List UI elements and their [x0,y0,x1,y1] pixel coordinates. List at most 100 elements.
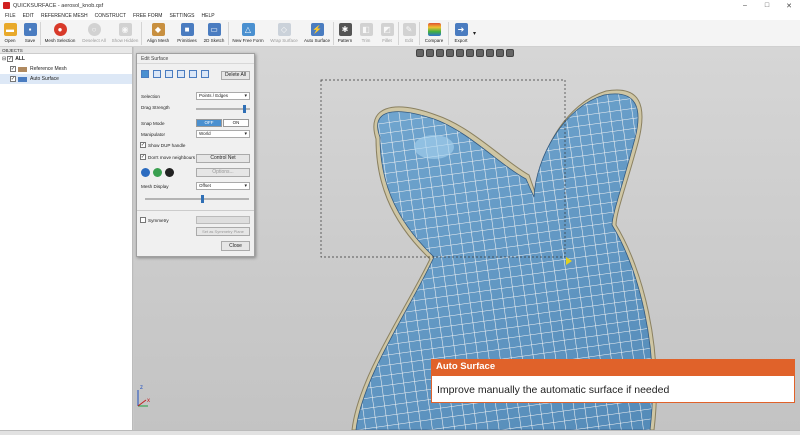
view-back-icon[interactable] [426,49,434,57]
all-checkbox[interactable]: ✓ [7,56,14,62]
menu-settings[interactable]: SETTINGS [169,13,194,19]
2d-sketch-button[interactable]: ▭ 2D Sketch [200,20,228,47]
view-fit-icon[interactable] [506,49,514,57]
menu-help[interactable]: HELP [202,13,215,19]
wrap-surface-button[interactable]: ◇ Wrap Surface [267,20,301,47]
mesh-display-slider-thumb[interactable] [200,195,204,203]
auto-surface-icon: ⚡ [310,23,324,36]
minimize-icon[interactable]: – [734,2,756,10]
snap-off-toggle[interactable]: OFF [196,119,222,127]
select-points-icon[interactable] [141,70,149,78]
view-right-icon[interactable] [446,49,454,57]
window-title: QUICKSURFACE - aerosol_knob.qsf [13,2,104,9]
auto-surface-button[interactable]: ⚡ Auto Surface [301,20,333,47]
close-panel-button[interactable]: Close [221,241,250,251]
snap-on-toggle[interactable]: ON [223,119,249,127]
menu-edit[interactable]: EDIT [23,13,34,19]
trim-button[interactable]: ◧ Trim [356,20,376,47]
view-toolbar [416,49,516,57]
close-window-icon[interactable]: ✕ [778,2,800,10]
export-dropdown-icon[interactable]: ▾ [473,30,476,46]
fillet-icon: ◩ [380,23,394,36]
objects-panel: OBJECTS ⊟ ✓ ALL ✓ Reference Mesh ✓ Auto … [0,47,133,430]
render-mode-dark-icon[interactable] [165,168,174,177]
folder-icon: ▬ [3,23,17,36]
selection-dropdown[interactable]: Points / Edges [196,92,250,100]
select-columns-icon[interactable] [189,70,197,78]
primitives-icon: ■ [180,23,194,36]
align-mesh-icon: ◆ [151,23,165,36]
collapse-icon[interactable]: ⊟ [2,56,6,62]
tree-item-label: Auto Surface [30,76,59,82]
view-bottom-icon[interactable] [466,49,474,57]
symmetry-label: Symmetry [148,217,169,223]
show-dup-handle-row[interactable]: ✓ Show DUP handle [140,142,185,148]
view-wireframe-icon[interactable] [496,49,504,57]
pattern-icon: ✱ [338,23,352,36]
drag-strength-slider[interactable] [196,108,250,110]
main-toolbar: ▬ Open ▪ Save ● Mesh Selection ○ Deselect Al… [0,20,800,47]
fillet-button[interactable]: ◩ Fillet [376,20,398,47]
tree-item-reference-mesh[interactable]: ✓ Reference Mesh [0,64,132,74]
view-iso-icon[interactable] [476,49,484,57]
symmetry-checkbox[interactable] [140,217,146,223]
primitives-button[interactable]: ■ Primitives [174,20,200,47]
render-mode-green-icon[interactable] [153,168,162,177]
banner-title: Auto Surface [431,359,795,375]
compare-button[interactable]: Compare [420,20,448,47]
menu-file[interactable]: FILE [5,13,16,19]
deselect-all-button[interactable]: ○ Deselect All [79,20,109,47]
select-rows-icon[interactable] [177,70,185,78]
mesh-display-slider[interactable] [145,198,249,200]
symmetry-plane-field[interactable] [196,216,250,224]
select-faces-icon[interactable] [165,70,173,78]
view-front-icon[interactable] [416,49,424,57]
view-left-icon[interactable] [436,49,444,57]
tree-root-all[interactable]: ⊟ ✓ ALL [0,54,132,64]
drag-strength-slider-thumb[interactable] [242,105,246,113]
free-form-icon: △ [241,23,255,36]
tree-root-label: ALL [15,56,25,62]
symmetry-row[interactable]: Symmetry [140,217,169,223]
open-button[interactable]: ▬ Open [0,20,20,47]
reference-mesh-checkbox[interactable]: ✓ [10,66,16,72]
control-net-button[interactable]: Control Net [196,154,250,163]
edit-button[interactable]: ✎ Edit [399,20,419,47]
view-shading-icon[interactable] [486,49,494,57]
compare-icon [427,23,441,36]
maximize-icon[interactable]: □ [756,2,778,10]
show-dup-handle-checkbox[interactable]: ✓ [140,142,146,148]
trim-icon: ◧ [359,23,373,36]
set-symmetry-plane-button[interactable]: Set as Symmetry Plane [196,227,250,236]
menu-construct[interactable]: CONSTRUCT [95,13,126,19]
manipulator-label: Manipulator [141,132,166,137]
edit-icon: ✎ [402,23,416,36]
mesh-display-dropdown[interactable]: Offset [196,182,250,190]
export-icon: ➜ [454,23,468,36]
save-button[interactable]: ▪ Save [20,20,40,47]
menu-bar: FILE EDIT REFERENCE MESH CONSTRUCT FREE … [0,11,800,20]
auto-surface-checkbox[interactable]: ✓ [10,76,16,82]
menu-free-form[interactable]: FREE FORM [133,13,162,19]
show-hidden-button[interactable]: ◉ Show Hidden [109,20,141,47]
menu-reference-mesh[interactable]: REFERENCE MESH [41,13,88,19]
objects-header: OBJECTS [0,47,132,54]
manipulator-dropdown[interactable]: World [196,130,250,138]
delete-all-button[interactable]: Delete All [221,71,250,80]
select-edges-icon[interactable] [153,70,161,78]
pattern-button[interactable]: ✱ Pattern [334,20,356,47]
align-mesh-button[interactable]: ◆ Align Mesh [142,20,174,47]
new-free-form-button[interactable]: △ New Free Form [229,20,267,47]
select-loop-icon[interactable] [201,70,209,78]
dont-move-neighbours-checkbox[interactable]: ✓ [140,154,146,160]
dont-move-neighbours-row[interactable]: ✓ Don't move neighbours [140,154,195,160]
options-button[interactable]: Options... [196,168,250,177]
view-top-icon[interactable] [456,49,464,57]
tree-item-auto-surface[interactable]: ✓ Auto Surface [0,74,132,84]
edit-surface-panel: Edit Surface Delete All Selection Points… [136,53,255,257]
sketch-icon: ▭ [207,23,221,36]
render-mode-blue-icon[interactable] [141,168,150,177]
surface-icon [18,76,27,82]
mesh-selection-button[interactable]: ● Mesh Selection [41,20,79,47]
export-button[interactable]: ➜ Export [449,20,473,47]
